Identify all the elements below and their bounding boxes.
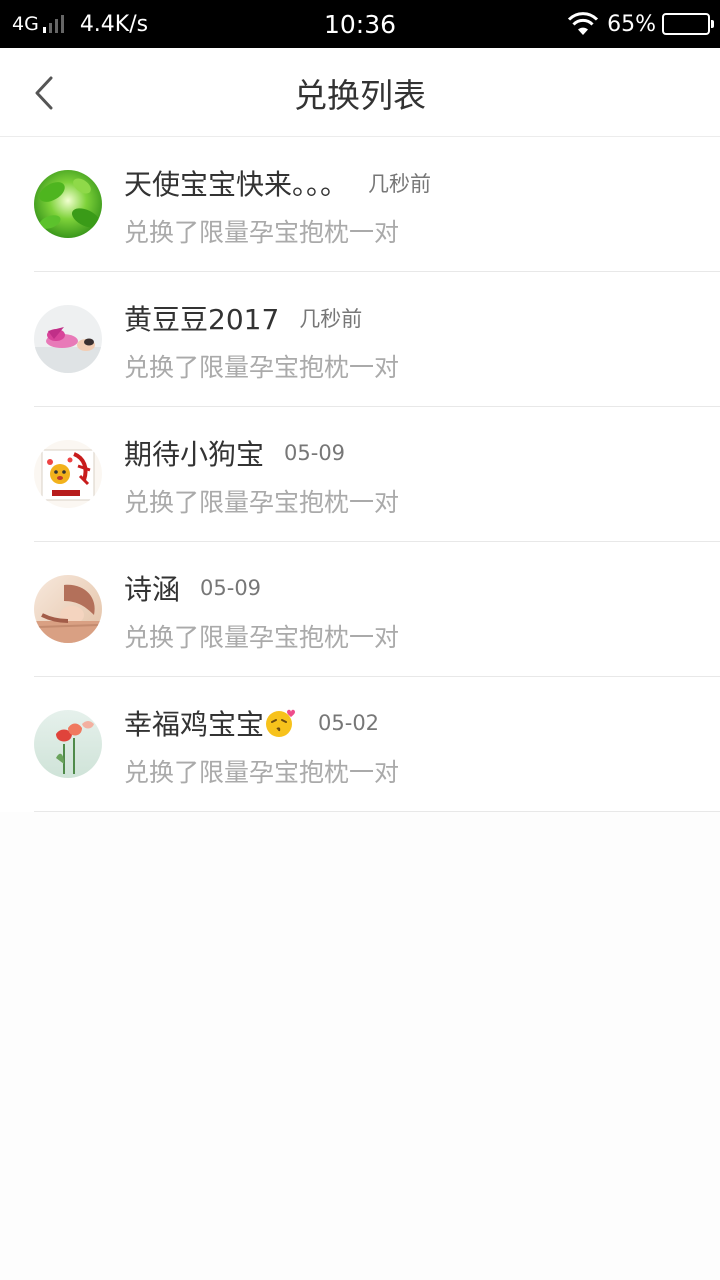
navigation-header: 兑换列表 [0, 48, 720, 137]
user-name: 天使宝宝快来。。。 [124, 168, 349, 201]
exchange-time: 05-09 [200, 576, 262, 600]
battery-icon [662, 13, 714, 35]
battery-percent: 65% [607, 11, 656, 37]
exchange-description: 兑换了限量孕宝抱枕一对 [124, 623, 400, 652]
list-item[interactable]: 幸福鸡宝宝 05-02 兑换了限量孕宝抱枕一对 [0, 677, 720, 812]
user-name: 期待小狗宝 [124, 438, 265, 471]
network-speed: 4.4K/s [79, 11, 149, 37]
exchange-description: 兑换了限量孕宝抱枕一对 [124, 758, 400, 787]
page-title: 兑换列表 [294, 75, 426, 115]
sleeping-girl-avatar [34, 575, 102, 643]
wifi-icon [568, 12, 599, 35]
list-item[interactable]: 诗涵 05-09 兑换了限量孕宝抱枕一对 [0, 542, 720, 677]
status-bar: 4G 4.4K/s 10:36 65% [0, 0, 720, 48]
clock: 10:36 [323, 9, 397, 39]
exchange-description: 兑换了限量孕宝抱枕一对 [124, 488, 400, 517]
list-item[interactable]: 天使宝宝快来。。。 几秒前 兑换了限量孕宝抱枕一对 [0, 137, 720, 272]
green-leaves-avatar [34, 170, 102, 238]
exchange-description: 兑换了限量孕宝抱枕一对 [124, 353, 400, 382]
exchange-time: 05-02 [318, 711, 380, 735]
exchange-description: 兑换了限量孕宝抱枕一对 [124, 218, 400, 247]
user-name: 幸福鸡宝宝 [124, 708, 265, 741]
dog-year-avatar [34, 440, 102, 508]
list-item[interactable]: 黄豆豆2017 几秒前 兑换了限量孕宝抱枕一对 [0, 272, 720, 407]
user-name: 诗涵 [124, 573, 181, 606]
list-item[interactable]: 期待小狗宝 05-09 兑换了限量孕宝抱枕一对 [0, 407, 720, 542]
kiss-face-icon [266, 709, 296, 737]
signal-icon [42, 15, 64, 33]
exchange-list: 天使宝宝快来。。。 几秒前 兑换了限量孕宝抱枕一对 黄豆豆2017 几秒前 兑换… [0, 137, 720, 812]
exchange-time: 几秒前 [299, 307, 363, 331]
exchange-time: 几秒前 [368, 172, 432, 196]
exchange-time: 05-09 [284, 441, 346, 465]
user-name: 黄豆豆2017 [124, 303, 280, 336]
tulip-avatar [34, 710, 102, 778]
network-type: 4G [12, 13, 39, 35]
baby-photo-avatar [34, 305, 102, 373]
